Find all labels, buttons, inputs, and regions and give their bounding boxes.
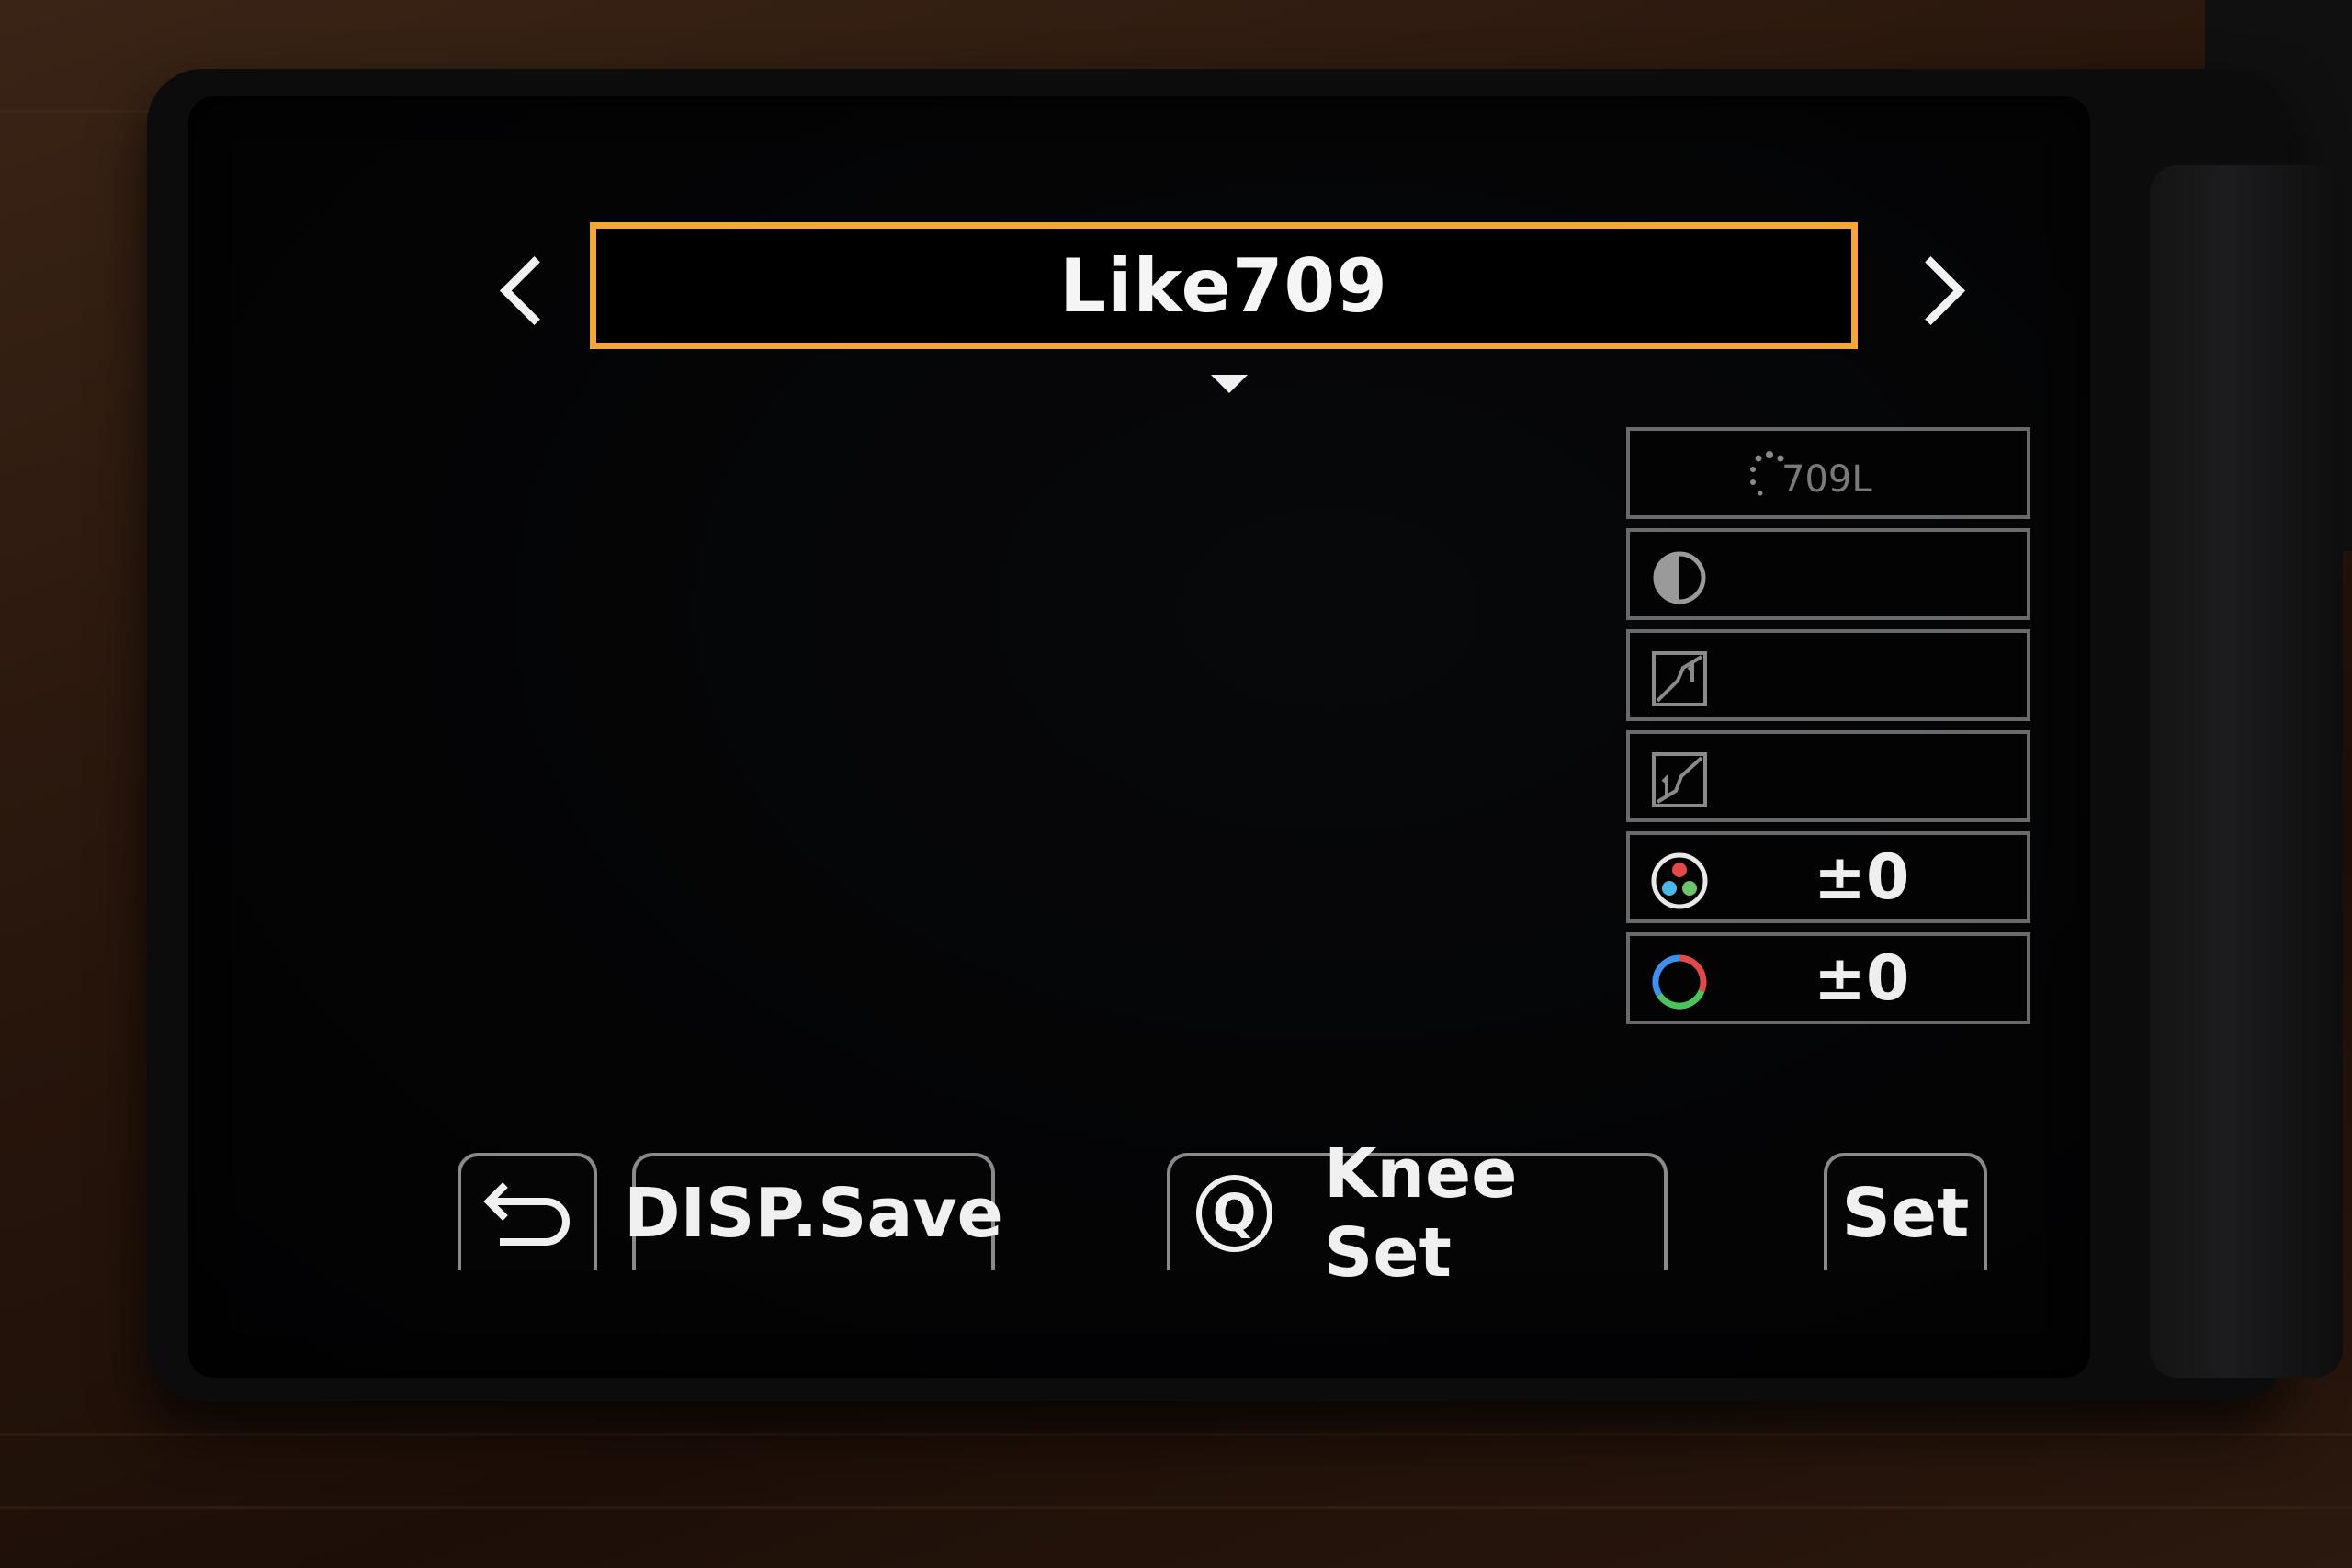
disp-save-button[interactable]: DISP.Save [624, 1153, 1003, 1270]
disp-save-label: DISP.Save [624, 1174, 1003, 1253]
wood-grain [0, 1433, 2352, 1436]
hue-icon [1652, 954, 1707, 1010]
photo-style-title: Like709 [1059, 243, 1388, 329]
saturation-value: ±0 [1814, 840, 1910, 914]
knee-set-button[interactable]: Q Knee Set [1167, 1134, 1668, 1292]
knee-set-label: Knee Set [1324, 1134, 1518, 1292]
contrast-icon [1653, 551, 1706, 604]
set-button[interactable]: Set [1824, 1153, 1987, 1270]
return-icon [483, 1182, 570, 1246]
wood-grain [0, 1506, 2352, 1509]
screen-hinge [2150, 165, 2343, 1378]
param-row-saturation[interactable]: ±0 [1626, 831, 2030, 923]
saturation-icon [1651, 852, 1708, 909]
param-row-contrast[interactable] [1626, 528, 2030, 620]
set-label: Set [1841, 1174, 1970, 1253]
photo-style-selector[interactable]: Like709 [590, 222, 1858, 349]
highlight-curve-icon [1652, 651, 1707, 706]
parameter-panel: 709L ±0 ±0 [1626, 427, 2030, 1033]
caret-down-icon [1211, 375, 1248, 393]
param-row-highlight[interactable] [1626, 629, 2030, 721]
shadow-curve-icon [1652, 752, 1707, 807]
param-row-photo-style[interactable]: 709L [1626, 427, 2030, 519]
param-row-shadow[interactable] [1626, 730, 2030, 822]
param-row-hue[interactable]: ±0 [1626, 932, 2030, 1024]
q-button-icon: Q [1196, 1175, 1273, 1252]
back-button[interactable] [458, 1153, 597, 1270]
hue-value: ±0 [1814, 942, 1910, 1015]
photo-style-sub: 709L [1781, 458, 1872, 501]
